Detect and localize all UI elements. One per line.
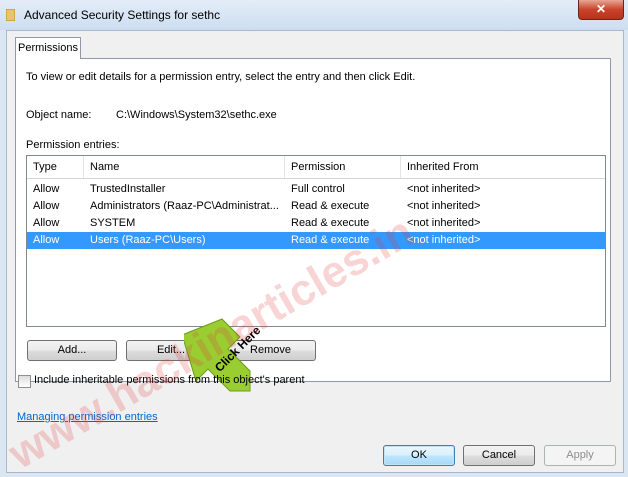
dialog-body: Permissions To view or edit details for … <box>6 30 624 473</box>
row-inherited: <not inherited> <box>407 200 481 212</box>
tab-permissions[interactable]: Permissions <box>15 37 81 59</box>
row-name: Administrators (Raaz-PC\Administrat... <box>90 200 279 212</box>
column-header-permission[interactable]: Permission <box>285 156 401 178</box>
column-header-inherited-from[interactable]: Inherited From <box>401 156 605 178</box>
object-name-value: C:\Windows\System32\sethc.exe <box>116 109 277 121</box>
row-type: Allow <box>33 183 60 195</box>
permissions-panel: To view or edit details for a permission… <box>15 58 611 392</box>
close-icon: ✕ <box>595 2 607 16</box>
close-button[interactable]: ✕ <box>578 0 624 20</box>
inherit-permissions-label: Include inheritable permissions from thi… <box>34 374 305 386</box>
row-permission: Read & execute <box>291 234 370 246</box>
permission-entries-label: Permission entries: <box>26 139 120 151</box>
row-name: SYSTEM <box>90 217 136 229</box>
row-inherited: <not inherited> <box>407 234 481 246</box>
column-header-type[interactable]: Type <box>27 156 84 178</box>
row-type: Allow <box>33 234 60 246</box>
cancel-button[interactable]: Cancel <box>463 445 535 466</box>
inherit-permissions-checkbox[interactable] <box>18 375 31 388</box>
row-name: TrustedInstaller <box>90 183 166 195</box>
row-type: Allow <box>33 217 60 229</box>
row-inherited: <not inherited> <box>407 217 481 229</box>
folder-icon <box>6 9 15 21</box>
apply-button[interactable]: Apply <box>544 445 616 466</box>
table-row[interactable]: Allow Administrators (Raaz-PC\Administra… <box>27 198 605 215</box>
row-inherited: <not inherited> <box>407 183 481 195</box>
list-header: Type Name Permission Inherited From <box>27 156 605 179</box>
row-permission: Read & execute <box>291 200 370 212</box>
window-title: Advanced Security Settings for sethc <box>24 8 221 22</box>
row-permission: Full control <box>291 183 345 195</box>
row-type: Allow <box>33 200 60 212</box>
table-row[interactable]: Allow TrustedInstaller Full control <not… <box>27 181 605 198</box>
column-header-name[interactable]: Name <box>84 156 285 178</box>
ok-button[interactable]: OK <box>383 445 455 466</box>
row-name: Users (Raaz-PC\Users) <box>90 234 206 246</box>
managing-permissions-link[interactable]: Managing permission entries <box>17 411 158 423</box>
row-permission: Read & execute <box>291 217 370 229</box>
table-row-selected[interactable]: Allow Users (Raaz-PC\Users) Read & execu… <box>27 232 605 249</box>
table-row[interactable]: Allow SYSTEM Read & execute <not inherit… <box>27 215 605 232</box>
add-button[interactable]: Add... <box>27 340 117 361</box>
title-bar: Advanced Security Settings for sethc ✕ <box>0 0 628 30</box>
intro-text: To view or edit details for a permission… <box>26 71 416 83</box>
permission-entries-list[interactable]: Type Name Permission Inherited From Allo… <box>26 155 606 327</box>
object-name-label: Object name: <box>26 109 92 121</box>
